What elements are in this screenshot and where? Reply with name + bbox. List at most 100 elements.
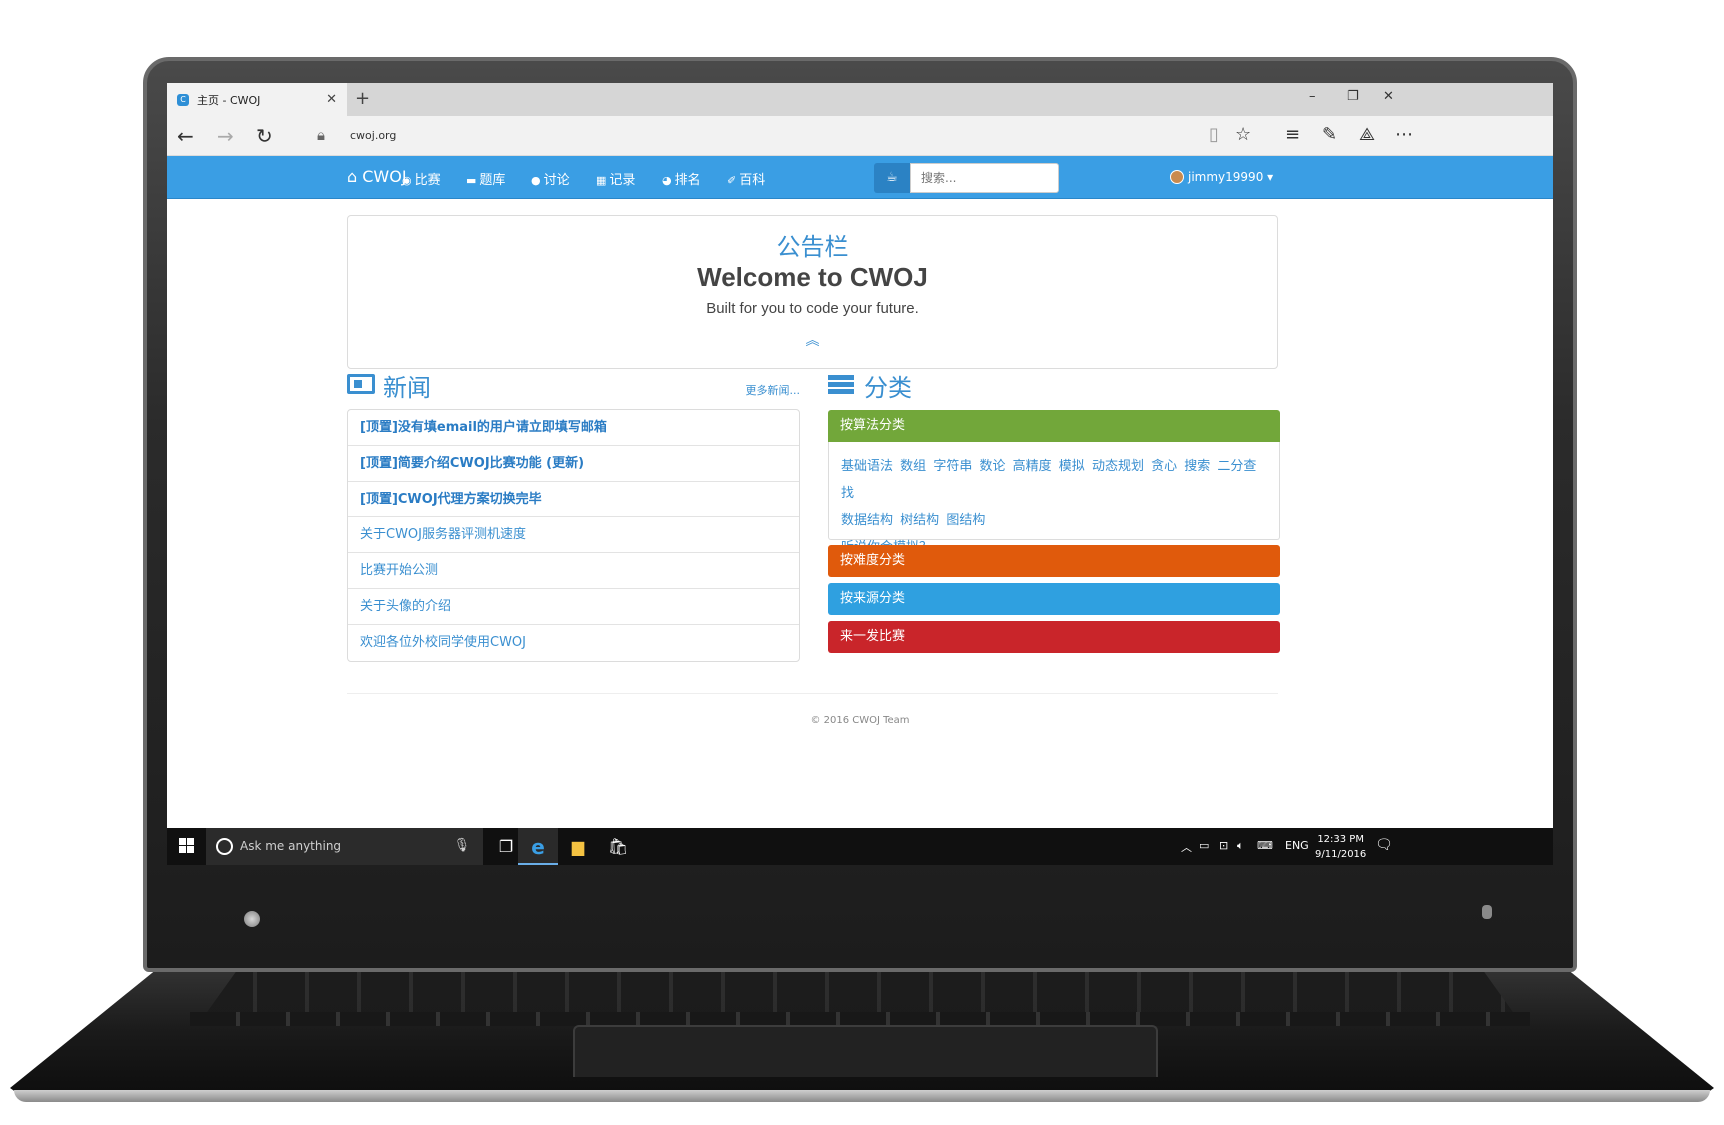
avatar — [1170, 170, 1184, 184]
tab-title: 主页 - CWOJ — [197, 93, 261, 107]
nav-problems[interactable]: ▬ 题库 — [466, 169, 505, 188]
category-algorithm-header[interactable]: 按算法分类 — [828, 410, 1280, 442]
cortana-placeholder: Ask me anything — [240, 839, 342, 853]
random-contest-button[interactable]: 来一发比赛 — [828, 621, 1280, 653]
minimize-icon[interactable]: – — [1309, 89, 1316, 104]
network-icon[interactable]: ⊡ — [1219, 839, 1228, 852]
user-menu[interactable]: jimmy19990 ▾ — [1170, 170, 1273, 184]
collapse-chevron-icon[interactable]: ︽ — [348, 330, 1277, 350]
nav-label: 排名 — [674, 173, 701, 188]
nav-ranking[interactable]: ◕ 排名 — [662, 169, 701, 188]
wiki-icon: ✐ — [727, 174, 737, 187]
nav-label: 百科 — [739, 173, 766, 188]
store-icon[interactable]: 🛍︎ — [605, 835, 631, 859]
microphone-icon[interactable]: 🎙︎ — [453, 838, 470, 853]
news-title: 新闻 — [383, 374, 431, 402]
trophy-icon: ◉ — [402, 174, 412, 187]
home-icon: ⌂ — [347, 167, 358, 186]
laptop-screen: C 主页 - CWOJ ✕ + – ❐ ✕ ← → ↻ 🔒︎ cwoj.org … — [167, 83, 1553, 865]
browser-tab-bar: C 主页 - CWOJ ✕ + – ❐ ✕ — [167, 83, 1553, 116]
tag-link[interactable]: 贪心 — [1151, 459, 1177, 474]
news-item[interactable]: [顶置]简要介绍CWOJ比赛功能 (更新) — [348, 446, 799, 482]
new-tab-icon[interactable]: + — [355, 88, 370, 109]
tag-link[interactable]: 模拟 — [1059, 459, 1085, 474]
web-note-icon[interactable]: ✎ — [1322, 124, 1337, 145]
brand-label: CWOJ — [362, 167, 407, 186]
close-tab-icon[interactable]: ✕ — [326, 92, 337, 107]
bezel-sensor-left — [244, 911, 260, 927]
caret-down-icon: ▾ — [1267, 170, 1274, 184]
tag-link[interactable]: 数组 — [900, 459, 926, 474]
nav-records[interactable]: ▦ 记录 — [596, 169, 635, 188]
more-news-link[interactable]: 更多新闻... — [746, 382, 801, 398]
categories-header: 分类 — [828, 368, 1280, 408]
tag-link[interactable]: 搜索 — [1184, 459, 1210, 474]
nav-discuss[interactable]: ● 讨论 — [531, 169, 570, 188]
news-list: [顶置]没有填email的用户请立即填写邮箱 [顶置]简要介绍CWOJ比赛功能 … — [347, 409, 800, 662]
news-item[interactable]: 欢迎各位外校同学使用CWOJ — [348, 625, 799, 661]
back-arrow-icon[interactable]: ← — [177, 124, 194, 148]
refresh-icon[interactable]: ↻ — [256, 124, 273, 148]
categories-title: 分类 — [864, 374, 912, 402]
windows-taskbar: Ask me anything 🎙︎ ❐ e ▆ 🛍︎ ︿ ▭ ⊡ 🔈︎ ⌨ E… — [167, 828, 1553, 865]
search-button[interactable]: ☕︎ — [874, 163, 910, 193]
forward-arrow-icon[interactable]: → — [217, 124, 234, 148]
news-item[interactable]: 关于头像的介绍 — [348, 589, 799, 625]
bezel-sensor-right — [1482, 905, 1492, 919]
tag-row: 数据结构 树结构 图结构 — [841, 507, 1267, 534]
tag-row: 基础语法 数组 字符串 数论 高精度 模拟 动态规划 贪心 搜索 二分查找 — [841, 453, 1267, 507]
brand-link[interactable]: ⌂ CWOJ — [347, 167, 407, 186]
news-item[interactable]: 比赛开始公测 — [348, 553, 799, 589]
comment-icon: ● — [531, 174, 541, 187]
announcement-headline: Welcome to CWOJ — [697, 262, 928, 292]
browser-tab[interactable]: C 主页 - CWOJ ✕ — [167, 83, 347, 116]
language-indicator[interactable]: ENG — [1285, 839, 1309, 852]
laptop-keyboard-row — [190, 1012, 1530, 1026]
newspaper-icon — [347, 374, 375, 394]
hub-icon[interactable]: ≡ — [1285, 124, 1300, 145]
algorithm-tags: 基础语法 数组 字符串 数论 高精度 模拟 动态规划 贪心 搜索 二分查找 数据… — [828, 442, 1280, 555]
favorite-star-icon[interactable]: ☆ — [1235, 124, 1251, 145]
action-center-icon[interactable]: 🗨︎ — [1375, 837, 1393, 853]
windows-start-icon[interactable] — [179, 838, 195, 854]
cortana-search-box[interactable]: Ask me anything 🎙︎ — [206, 828, 483, 865]
taskbar-clock[interactable]: 12:33 PM 9/11/2016 — [1315, 832, 1366, 862]
nav-wiki[interactable]: ✐ 百科 — [727, 169, 765, 188]
more-icon[interactable]: ⋯ — [1395, 124, 1413, 145]
book-icon: ▬ — [466, 174, 477, 187]
tag-link[interactable]: 动态规划 — [1092, 459, 1144, 474]
tag-link[interactable]: 高精度 — [1013, 459, 1052, 474]
tag-link[interactable]: 图结构 — [946, 513, 985, 528]
url-field[interactable]: cwoj.org — [350, 129, 396, 142]
tag-link[interactable]: 树结构 — [900, 513, 939, 528]
search-input[interactable] — [910, 163, 1059, 193]
announcement-title: 公告栏 — [776, 233, 849, 261]
cortana-icon — [216, 838, 233, 855]
close-window-icon[interactable]: ✕ — [1383, 89, 1394, 104]
news-item[interactable]: [顶置]没有填email的用户请立即填写邮箱 — [348, 410, 799, 446]
tag-link[interactable]: 字符串 — [933, 459, 972, 474]
tag-link[interactable]: 数据结构 — [841, 513, 893, 528]
news-item[interactable]: [顶置]CWOJ代理方案切换完毕 — [348, 482, 799, 518]
category-difficulty-button[interactable]: 按难度分类 — [828, 545, 1280, 577]
share-icon[interactable]: ⟁ — [1359, 124, 1375, 145]
show-hidden-icons-icon[interactable]: ︿ — [1181, 839, 1192, 855]
laptop-base-edge — [14, 1090, 1710, 1102]
nav-label: 记录 — [609, 173, 636, 188]
volume-icon[interactable]: 🔈︎ — [1237, 839, 1244, 853]
nav-label: 比赛 — [414, 173, 441, 188]
task-view-icon[interactable]: ❐ — [493, 835, 519, 859]
tag-link[interactable]: 基础语法 — [841, 459, 893, 474]
file-explorer-icon[interactable]: ▆ — [565, 835, 591, 859]
tag-link[interactable]: 数论 — [979, 459, 1005, 474]
nav-contest[interactable]: ◉ 比赛 — [402, 169, 441, 188]
restore-icon[interactable]: ❐ — [1347, 89, 1359, 104]
battery-icon[interactable]: ▭ — [1199, 839, 1209, 852]
clock-date: 9/11/2016 — [1315, 849, 1367, 860]
coffee-icon: ☕︎ — [886, 170, 898, 185]
footer-divider — [347, 693, 1278, 694]
category-source-button[interactable]: 按来源分类 — [828, 583, 1280, 615]
reading-view-icon[interactable]: ▯ — [1209, 124, 1219, 145]
keyboard-icon[interactable]: ⌨ — [1257, 839, 1273, 852]
news-item[interactable]: 关于CWOJ服务器评测机速度 — [348, 517, 799, 554]
